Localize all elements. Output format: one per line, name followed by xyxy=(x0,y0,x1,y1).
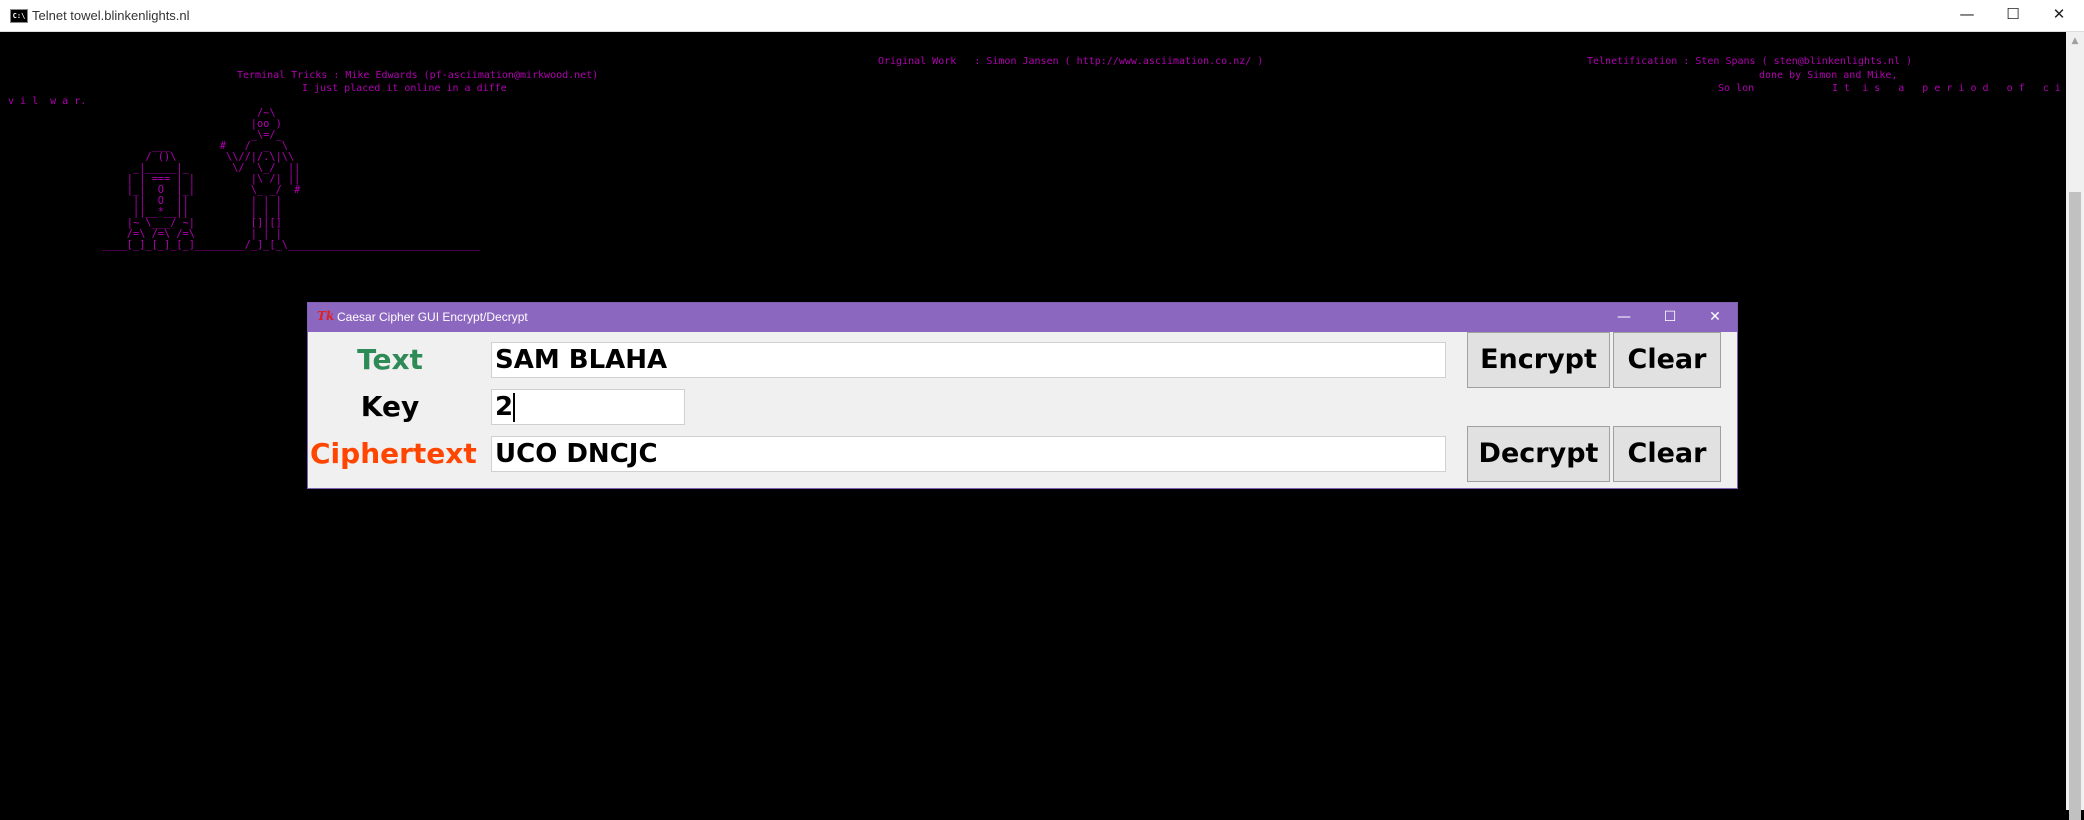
terminal-online-line: I just placed it online in a diffe xyxy=(302,83,507,94)
credit-done-by: done by Simon and Mike, xyxy=(1759,70,1898,81)
encrypt-button[interactable]: Encrypt xyxy=(1467,332,1610,388)
dialog-maximize-icon[interactable]: ☐ xyxy=(1648,303,1692,332)
scroll-thumb[interactable] xyxy=(2069,192,2081,820)
console-app-icon: C:\ xyxy=(10,9,28,23)
clear-text-button[interactable]: Clear xyxy=(1613,332,1721,388)
dialog-close-icon[interactable]: ✕ xyxy=(1693,303,1737,332)
credit-terminal-tricks: Terminal Tricks : Mike Edwards (pf-ascii… xyxy=(237,70,599,81)
key-input[interactable]: 2 xyxy=(491,389,685,425)
terminal-period-line: I t i s a p e r i o d o f c i xyxy=(1832,83,2061,94)
dialog-title: Caesar Cipher GUI Encrypt/Decrypt xyxy=(337,310,528,324)
credit-original-work: Original Work : Simon Jansen ( http://ww… xyxy=(878,56,1264,67)
scrollbar[interactable]: ▲ xyxy=(2066,32,2084,820)
clear-ciphertext-button[interactable]: Clear xyxy=(1613,426,1721,482)
text-cursor xyxy=(513,393,515,422)
terminal-war-line: v i l w a r. xyxy=(8,96,87,107)
window-titlebar[interactable]: C:\ Telnet towel.blinkenlights.nl — ☐ ✕ xyxy=(0,0,2084,32)
key-label: Key xyxy=(360,390,420,423)
terminal-so-long-line: So lon xyxy=(1718,83,1755,94)
close-icon[interactable]: ✕ xyxy=(2036,0,2082,31)
decrypt-button[interactable]: Decrypt xyxy=(1467,426,1610,482)
ciphertext-label: Ciphertext xyxy=(310,437,477,470)
text-input[interactable]: SAM BLAHA xyxy=(491,342,1446,378)
maximize-icon[interactable]: ☐ xyxy=(1990,0,2036,31)
minimize-icon[interactable]: — xyxy=(1944,0,1990,31)
dialog-minimize-icon[interactable]: — xyxy=(1602,303,1646,332)
ascii-art-droids: /~\ |oo ) _\=/_ ___ # / _ \ / ()\ \\//|/… xyxy=(102,107,481,251)
text-label: Text xyxy=(357,343,423,376)
window-title: Telnet towel.blinkenlights.nl xyxy=(32,8,190,23)
scroll-up-arrow-icon[interactable]: ▲ xyxy=(2066,34,2084,48)
ciphertext-input[interactable]: UCO DNCJC xyxy=(491,436,1446,472)
credit-telnetification: Telnetification : Sten Spans ( sten@blin… xyxy=(1587,56,1913,67)
dialog-titlebar[interactable]: Tk Caesar Cipher GUI Encrypt/Decrypt — ☐… xyxy=(308,303,1737,332)
tk-feather-icon: Tk xyxy=(317,309,335,323)
